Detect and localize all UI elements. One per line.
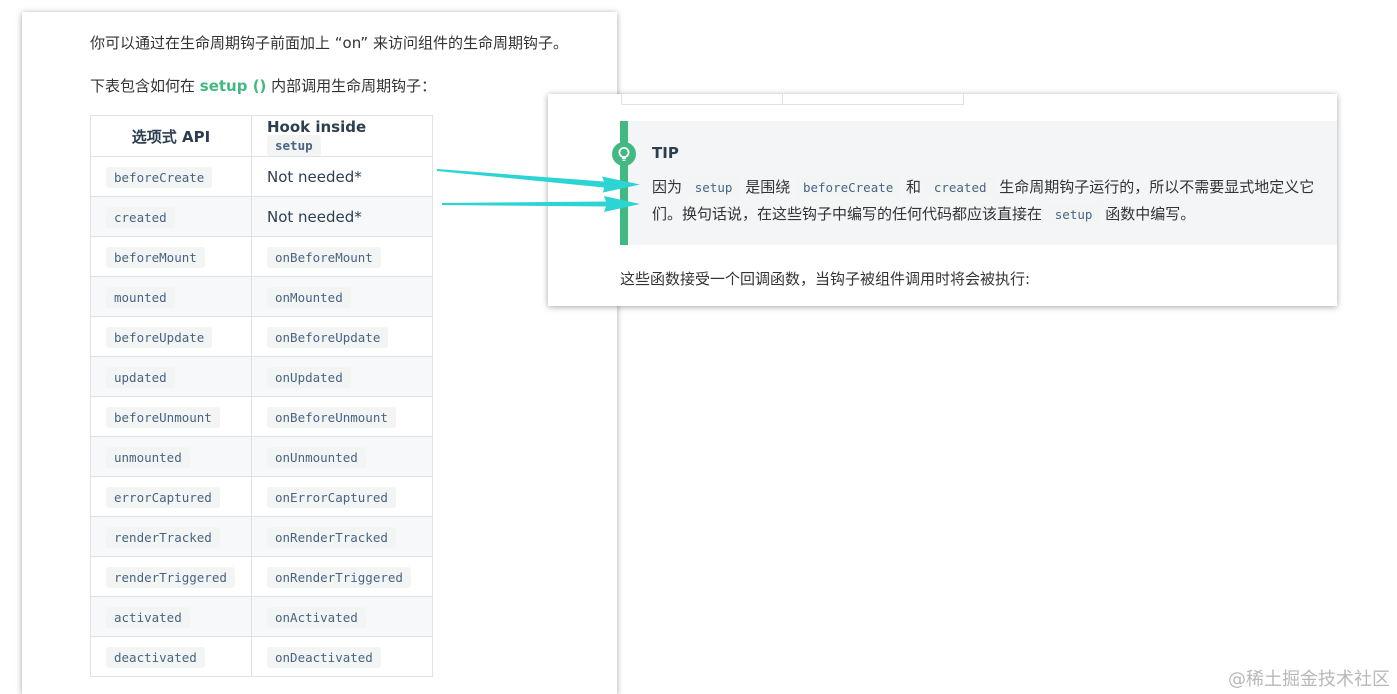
table-row: deactivated onDeactivated [90,636,433,677]
watermark: @稀土掘金技术社区 [1228,669,1390,690]
option-hook-name: beforeCreate [106,166,213,188]
inline-code: created [925,177,995,198]
table-row: updated onUpdated [90,356,433,397]
option-hook-name: errorCaptured [106,486,220,508]
composition-hook-name: Not needed* [267,207,362,226]
intro-prefix: 下表包含如何在 [90,77,200,95]
composition-hook-cell: Not needed* [251,156,433,197]
composition-hook-cell: onDeactivated [251,636,433,677]
option-hook-name: mounted [106,286,175,308]
options-api-cell: renderTriggered [90,556,252,597]
table-row: unmounted onUnmounted [90,436,433,477]
composition-hook-cell: onBeforeUpdate [251,316,433,357]
composition-hook-cell: Not needed* [251,196,433,237]
options-api-cell: activated [90,596,252,637]
composition-hook-cell: onRenderTriggered [251,556,433,597]
table-fragment-cell [782,94,964,105]
composition-hook-name: onDeactivated [267,646,381,668]
tip-excerpt-panel: TIP 因为 setup 是围绕 beforeCreate 和 created … [548,94,1337,306]
table-body: beforeCreate Not needed* created Not needed… [90,156,433,677]
tip-text: 函数中编写。 [1100,205,1196,223]
callback-description: 这些函数接受一个回调函数，当钩子被组件调用时将会被执行: [620,270,1031,288]
option-hook-name: deactivated [106,646,205,668]
table-row: renderTriggered onRenderTriggered [90,556,433,597]
tip-title: TIP [652,144,679,162]
intro-suffix: 内部调用生命周期钩子： [266,77,437,95]
option-hook-name: beforeUnmount [106,406,220,428]
inline-code: setup [1046,204,1101,225]
option-hook-name: updated [106,366,175,388]
options-api-cell: updated [90,356,252,397]
table-row: beforeMount onBeforeMount [90,236,433,277]
lifecycle-hooks-table: 选项式 API Hook inside setup beforeCreate No… [90,115,433,677]
table-row: beforeUpdate onBeforeUpdate [90,316,433,357]
table-row: activated onActivated [90,596,433,637]
composition-hook-name: onBeforeUnmount [267,406,396,428]
options-api-cell: beforeUpdate [90,316,252,357]
table-header-row: 选项式 API Hook inside setup [90,115,433,157]
composition-hook-name: onUpdated [267,366,351,388]
options-api-cell: renderTracked [90,516,252,557]
tip-text: 和 [901,178,926,196]
composition-hook-cell: onMounted [251,276,433,317]
intro-text: 你可以通过在生命周期钩子前面加上 “on” 来访问组件的生命周期钩子。 [90,34,568,52]
inline-code: setup [686,177,741,198]
option-hook-name: created [106,206,175,228]
table-row: created Not needed* [90,196,433,237]
composition-hook-name: Not needed* [267,167,362,186]
table-fragment-cell [621,94,783,105]
intro-setup-text: 下表包含如何在 setup () 内部调用生命周期钩子： [90,75,436,96]
options-api-cell: errorCaptured [90,476,252,517]
composition-hook-cell: onActivated [251,596,433,637]
composition-hook-name: onBeforeUpdate [267,326,389,348]
options-api-cell: beforeUnmount [90,396,252,437]
table-row: mounted onMounted [90,276,433,317]
table-row: renderTracked onRenderTracked [90,516,433,557]
composition-hook-cell: onUnmounted [251,436,433,477]
options-api-cell: beforeCreate [90,156,252,197]
option-hook-name: activated [106,606,190,628]
tip-callout: TIP 因为 setup 是围绕 beforeCreate 和 created … [612,121,1337,245]
options-api-cell: mounted [90,276,252,317]
composition-hook-cell: onUpdated [251,356,433,397]
option-hook-name: beforeMount [106,246,205,268]
lightbulb-icon [612,142,636,166]
options-api-cell: deactivated [90,636,252,677]
composition-hook-cell: onBeforeUnmount [251,396,433,437]
tip-text: 因为 [652,178,687,196]
option-hook-name: beforeUpdate [106,326,213,348]
column-header-hook-inside-setup: Hook inside setup [251,115,433,157]
table-row: errorCaptured onErrorCaptured [90,476,433,517]
option-hook-name: unmounted [106,446,190,468]
column-header-options-api: 选项式 API [90,115,252,157]
table-row: beforeCreate Not needed* [90,156,433,197]
setup-code: setup [267,135,321,156]
tip-text: 是围绕 [740,178,795,196]
composition-hook-name: onErrorCaptured [267,486,396,508]
column-header-text: Hook inside [267,118,367,136]
option-hook-name: renderTracked [106,526,220,548]
composition-hook-cell: onBeforeMount [251,236,433,277]
table-row: beforeUnmount onBeforeUnmount [90,396,433,437]
options-api-cell: beforeMount [90,236,252,277]
tip-body: 因为 setup 是围绕 beforeCreate 和 created 生命周期… [652,174,1332,228]
option-hook-name: renderTriggered [106,566,235,588]
inline-code: beforeCreate [794,177,902,198]
setup-link[interactable]: setup () [200,77,267,95]
options-api-cell: unmounted [90,436,252,477]
composition-hook-cell: onErrorCaptured [251,476,433,517]
composition-hook-name: onMounted [267,286,351,308]
options-api-cell: created [90,196,252,237]
composition-hook-name: onRenderTracked [267,526,396,548]
composition-hook-name: onRenderTriggered [267,566,411,588]
composition-hook-name: onBeforeMount [267,246,381,268]
composition-hook-name: onUnmounted [267,446,366,468]
composition-hook-cell: onRenderTracked [251,516,433,557]
composition-hook-name: onActivated [267,606,366,628]
lifecycle-doc-panel: 你可以通过在生命周期钩子前面加上 “on” 来访问组件的生命周期钩子。 下表包含… [22,12,617,694]
